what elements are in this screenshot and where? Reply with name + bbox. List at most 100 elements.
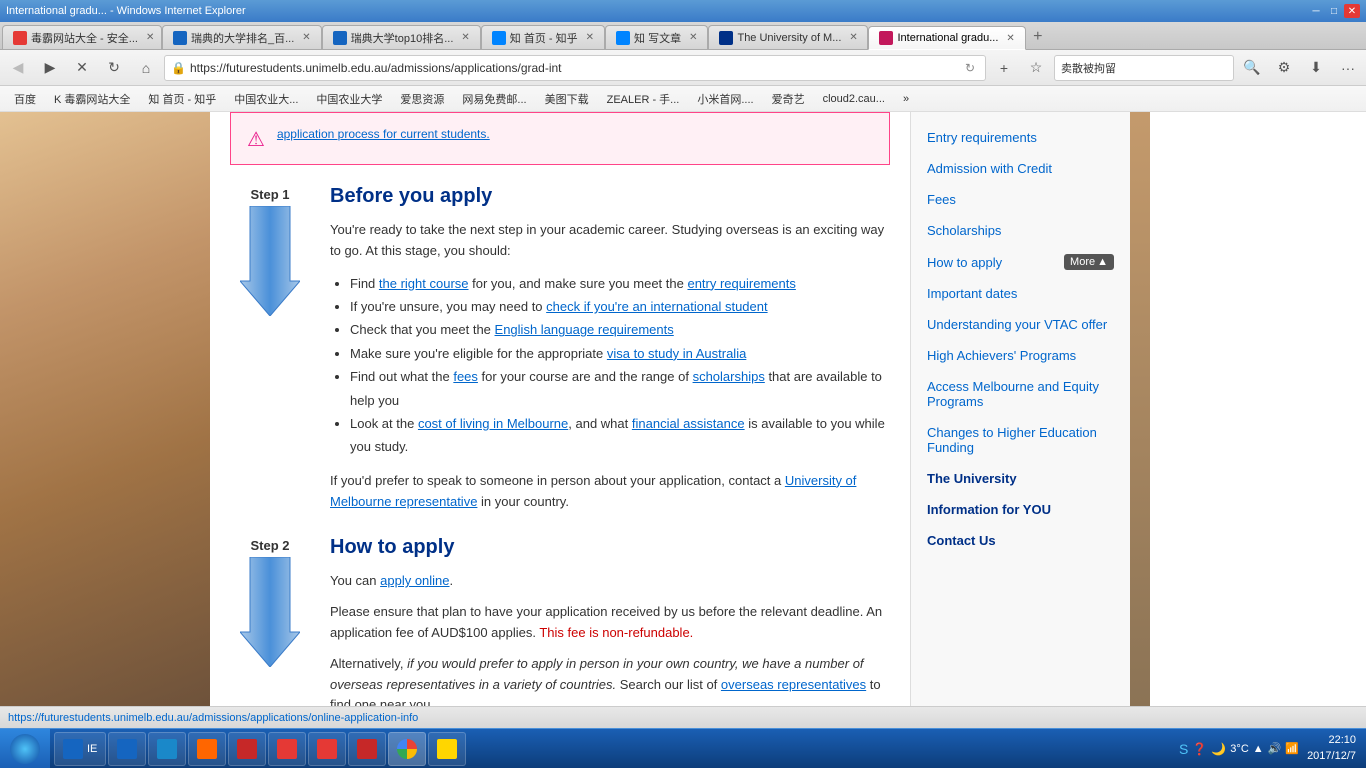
sidebar-the-university[interactable]: The University [911, 463, 1130, 494]
tab-1[interactable]: 毒霸网站大全 - 安全... ✕ [2, 25, 162, 49]
tray-question-icon[interactable]: ❓ [1192, 742, 1207, 756]
download-button[interactable]: ⬇ [1302, 54, 1330, 82]
tray-network-icon[interactable]: 📶 [1285, 742, 1299, 755]
tray-volume-icon[interactable]: 🔊 [1268, 742, 1282, 755]
fees-link[interactable]: fees [453, 369, 478, 384]
tab-6[interactable]: The University of M... ✕ [708, 25, 868, 49]
bookmark-cloud2[interactable]: cloud2.cau... [815, 91, 893, 107]
taskbar-youdao[interactable] [268, 732, 306, 766]
sidebar-entry-requirements[interactable]: Entry requirements [911, 122, 1130, 153]
search-icon[interactable]: 🔍 [1238, 54, 1266, 82]
taskbar-e2-icon [157, 739, 177, 759]
forward-button[interactable]: ▶ [36, 54, 64, 82]
tab-3-close[interactable]: ✕ [461, 32, 469, 43]
sidebar-important-dates[interactable]: Important dates [911, 278, 1130, 309]
financial-assistance-link[interactable]: financial assistance [632, 416, 745, 431]
bookmark-zhihu[interactable]: 知 首页 - 知乎 [140, 89, 224, 109]
taskbar-e2[interactable] [148, 732, 186, 766]
taskbar-media[interactable] [188, 732, 226, 766]
taskbar-thunder[interactable] [308, 732, 346, 766]
cost-living-link[interactable]: cost of living in Melbourne [418, 416, 568, 431]
english-requirements-link[interactable]: English language requirements [495, 322, 674, 337]
tab-2[interactable]: 瑞典的大学排名_百... ✕ [162, 25, 322, 49]
tab-7[interactable]: International gradu... ✕ [868, 26, 1025, 50]
tab-6-close[interactable]: ✕ [849, 32, 857, 43]
start-button[interactable] [0, 729, 50, 768]
bookmark-more[interactable]: » [895, 91, 917, 107]
step1-list: Find the right course for you, and make … [350, 272, 890, 459]
bookmark-163mail[interactable]: 网易免费邮... [454, 89, 534, 109]
tab-4[interactable]: 知 首页 - 知乎 ✕ [481, 25, 605, 49]
back-button[interactable]: ◀ [4, 54, 32, 82]
bookmark-caas1[interactable]: 中国农业大... [226, 89, 306, 109]
maximize-button[interactable]: □ [1326, 4, 1342, 18]
clock[interactable]: 22:10 2017/12/7 [1307, 733, 1356, 764]
step2-body: How to apply You can apply online. Pleas… [330, 536, 890, 706]
search-bar[interactable]: 卖散被拘留 [1054, 55, 1234, 81]
tab-2-close[interactable]: ✕ [302, 32, 310, 43]
tab-4-close[interactable]: ✕ [586, 32, 594, 43]
apply-online-link[interactable]: apply online [380, 573, 449, 588]
minimize-button[interactable]: ─ [1308, 4, 1324, 18]
tab-3[interactable]: 瑞典大学top10排名... ✕ [322, 25, 481, 49]
tab-5-close[interactable]: ✕ [689, 32, 697, 43]
tab-5[interactable]: 知 写文章 ✕ [605, 25, 708, 49]
taskbar-wps2[interactable] [348, 732, 386, 766]
bookmark-zealer[interactable]: ZEALER - 手... [599, 89, 688, 109]
bookmark-caas2[interactable]: 中国农业大学 [308, 89, 390, 109]
sidebar-info-for-you[interactable]: Information for YOU [911, 494, 1130, 525]
bookmark-iqiyi[interactable]: 爱奇艺 [764, 89, 813, 109]
sidebar-how-to-apply[interactable]: How to apply More ▲ [911, 246, 1130, 278]
taskbar-files[interactable] [428, 732, 466, 766]
sidebar-access-melbourne[interactable]: Access Melbourne and Equity Programs [911, 371, 1130, 417]
status-url[interactable]: https://futurestudents.unimelb.edu.au/ad… [8, 712, 418, 724]
home-button[interactable]: ⌂ [132, 54, 160, 82]
tab-1-label: 毒霸网站大全 - 安全... [31, 30, 138, 46]
tab-1-favicon [13, 31, 27, 45]
warning-link[interactable]: application process for current students… [277, 127, 490, 141]
right-course-link[interactable]: the right course [379, 276, 469, 291]
tab-1-close[interactable]: ✕ [146, 32, 154, 43]
system-tray: S ❓ 🌙 3°C ▲ 🔊 📶 [1179, 741, 1299, 757]
tray-moon-icon: 🌙 [1211, 742, 1226, 756]
tray-arrow-icon[interactable]: ▲ [1253, 743, 1264, 755]
check-international-link[interactable]: check if you're an international student [546, 299, 767, 314]
page-content[interactable]: ⚠ application process for current studen… [210, 112, 1366, 706]
refresh-button[interactable]: ↻ [100, 54, 128, 82]
step1-arrow-area: Step 1 [230, 185, 310, 512]
sidebar-how-to-apply-label: How to apply [927, 255, 1002, 270]
bookmark-meitu[interactable]: 美图下载 [537, 89, 597, 109]
tab-7-close[interactable]: ✕ [1006, 33, 1014, 44]
tools-button[interactable]: ⚙ [1270, 54, 1298, 82]
more-tools-button[interactable]: ··· [1334, 54, 1362, 82]
overseas-reps-link[interactable]: overseas representatives [721, 677, 866, 692]
sidebar-fees[interactable]: Fees [911, 184, 1130, 215]
refresh-addr-button[interactable]: ↻ [961, 61, 979, 75]
sidebar-higher-education[interactable]: Changes to Higher Education Funding [911, 417, 1130, 463]
sidebar-contact-us[interactable]: Contact Us [911, 525, 1130, 556]
taskbar-wps[interactable] [228, 732, 266, 766]
sidebar-more-badge[interactable]: More ▲ [1064, 254, 1114, 270]
taskbar-ie[interactable]: IE [54, 732, 106, 766]
bullet-1: Find the right course for you, and make … [350, 272, 890, 295]
address-bar[interactable]: 🔒 https://futurestudents.unimelb.edu.au/… [164, 55, 986, 81]
taskbar-e[interactable] [108, 732, 146, 766]
new-tab-button[interactable]: + [1026, 25, 1050, 49]
bookmark-xiaomi[interactable]: 小米首网.... [689, 89, 761, 109]
stop-button[interactable]: ✕ [68, 54, 96, 82]
sidebar-scholarships[interactable]: Scholarships [911, 215, 1130, 246]
tab-7-label: International gradu... [897, 32, 998, 44]
entry-requirements-link[interactable]: entry requirements [687, 276, 795, 291]
add-favorites-button[interactable]: + [990, 54, 1018, 82]
bookmark-duba[interactable]: K 毒霸网站大全 [46, 89, 138, 109]
sidebar-vtac-offer[interactable]: Understanding your VTAC offer [911, 309, 1130, 340]
sidebar-high-achievers[interactable]: High Achievers' Programs [911, 340, 1130, 371]
bookmark-aisixiang[interactable]: 爱思资源 [392, 89, 452, 109]
scholarships-link[interactable]: scholarships [693, 369, 765, 384]
visa-link[interactable]: visa to study in Australia [607, 346, 746, 361]
favorites-button[interactable]: ☆ [1022, 54, 1050, 82]
close-button[interactable]: ✕ [1344, 4, 1360, 18]
sidebar-admission-credit[interactable]: Admission with Credit [911, 153, 1130, 184]
bookmark-baidu[interactable]: 百度 [6, 89, 44, 109]
taskbar-chrome[interactable] [388, 732, 426, 766]
